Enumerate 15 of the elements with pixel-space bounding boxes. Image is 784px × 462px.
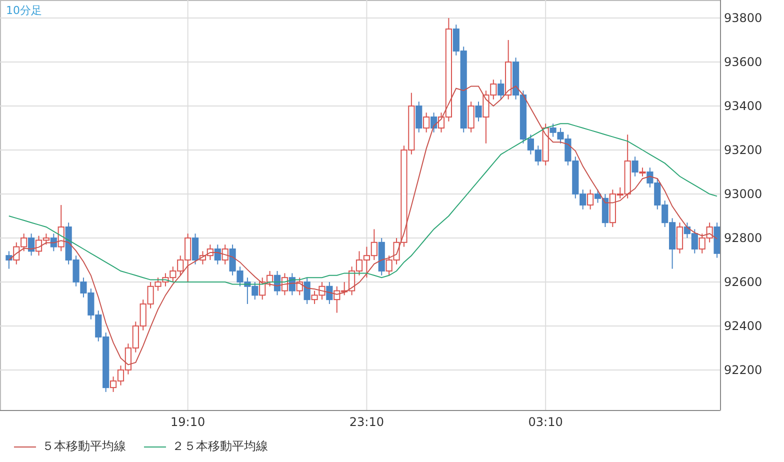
y-axis-label: 92600 [724,274,762,289]
y-axis-label: 92400 [724,318,762,333]
legend-label: ５本移動平均線 [42,438,126,455]
y-axis-label: 92200 [724,362,762,377]
x-axis-label: 19:10 [170,415,206,429]
chart-title: 10分足 [6,4,42,17]
y-axis-label: 93800 [724,11,762,26]
legend-label: ２５本移動平均線 [172,438,268,455]
x-axis-label: 23:10 [349,415,384,429]
y-axis-label: 93600 [724,55,762,70]
y-axis-label: 92800 [724,231,762,245]
y-axis-label: 93200 [724,143,762,157]
y-axis-label: 93000 [724,187,762,201]
y-axis-label: 93400 [724,99,762,114]
x-axis-label: 03:10 [528,415,563,429]
